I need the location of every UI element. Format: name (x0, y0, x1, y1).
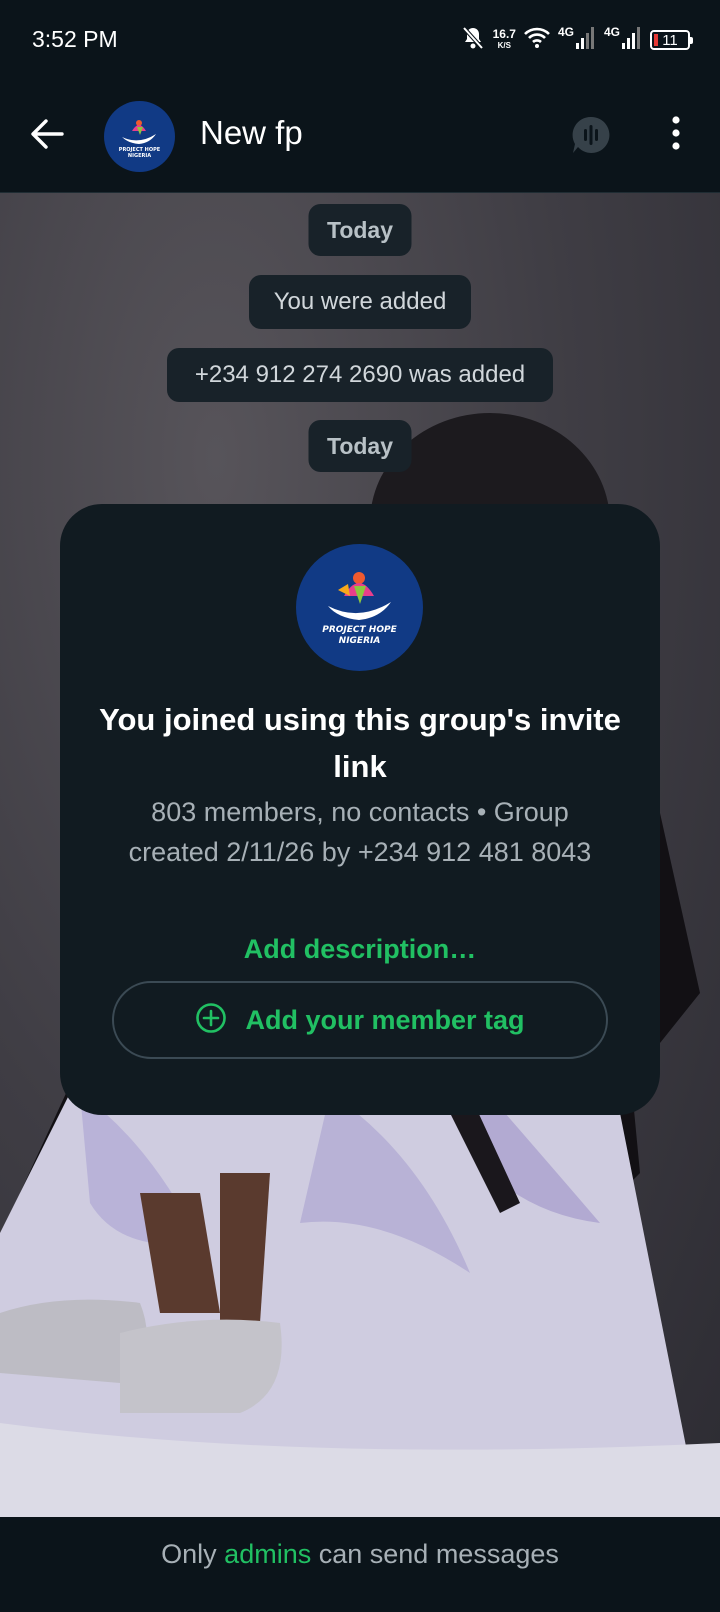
network-type-2: 4G (603, 25, 620, 39)
add-circle-icon (195, 1002, 227, 1039)
date-separator: Today (308, 420, 412, 472)
voice-chat-icon[interactable] (570, 114, 612, 156)
svg-text:PROJECT HOPE: PROJECT HOPE (322, 625, 397, 635)
svg-text:NIGERIA: NIGERIA (339, 636, 381, 646)
admins-only-notice: Only admins can send messages (0, 1517, 720, 1612)
back-arrow-icon[interactable] (28, 114, 68, 154)
group-avatar-large[interactable]: PROJECT HOPE NIGERIA (296, 544, 423, 671)
more-options-icon[interactable] (664, 114, 688, 158)
chat-header: PROJECT HOPE NIGERIA New fp (0, 80, 720, 193)
status-icons: 16.7 K/S 4G 4G 11 (461, 24, 693, 56)
mute-notifications-icon (461, 25, 485, 56)
add-description-link[interactable]: Add description… (60, 934, 660, 965)
svg-text:NIGERIA: NIGERIA (128, 153, 151, 159)
invite-join-title: You joined using this group's invite lin… (99, 702, 621, 784)
group-avatar[interactable]: PROJECT HOPE NIGERIA (104, 101, 175, 172)
signal-icon-1 (575, 26, 596, 54)
group-meta-text: 803 members, no contacts • Group created… (128, 797, 592, 867)
status-time: 3:52 PM (32, 26, 118, 52)
notice-suffix: can send messages (318, 1539, 559, 1569)
network-speed: 16.7 K/S (492, 27, 516, 51)
group-info-card: PROJECT HOPE NIGERIA You joined using th… (60, 504, 660, 1115)
network-type-1: 4G (557, 25, 574, 39)
network-speed-unit: K/S (497, 41, 511, 50)
date-separator: Today (308, 204, 412, 256)
add-member-tag-button[interactable]: Add your member tag (112, 981, 608, 1059)
battery-icon: 11 (650, 30, 693, 50)
system-message: You were added (249, 275, 471, 329)
network-speed-value: 16.7 (492, 27, 516, 41)
wifi-icon (524, 27, 550, 54)
system-message: +234 912 274 2690 was added (167, 348, 553, 402)
admins-link[interactable]: admins (224, 1539, 311, 1569)
status-bar: 3:52 PM 16.7 K/S 4G 4G 11 (0, 0, 720, 80)
chat-title[interactable]: New fp (200, 114, 303, 152)
battery-level: 11 (662, 31, 678, 49)
add-member-tag-label: Add your member tag (245, 1004, 525, 1035)
chat-background: Today You were added +234 912 274 2690 w… (0, 193, 720, 1517)
signal-icon-2 (622, 26, 642, 54)
notice-prefix: Only (161, 1539, 217, 1569)
